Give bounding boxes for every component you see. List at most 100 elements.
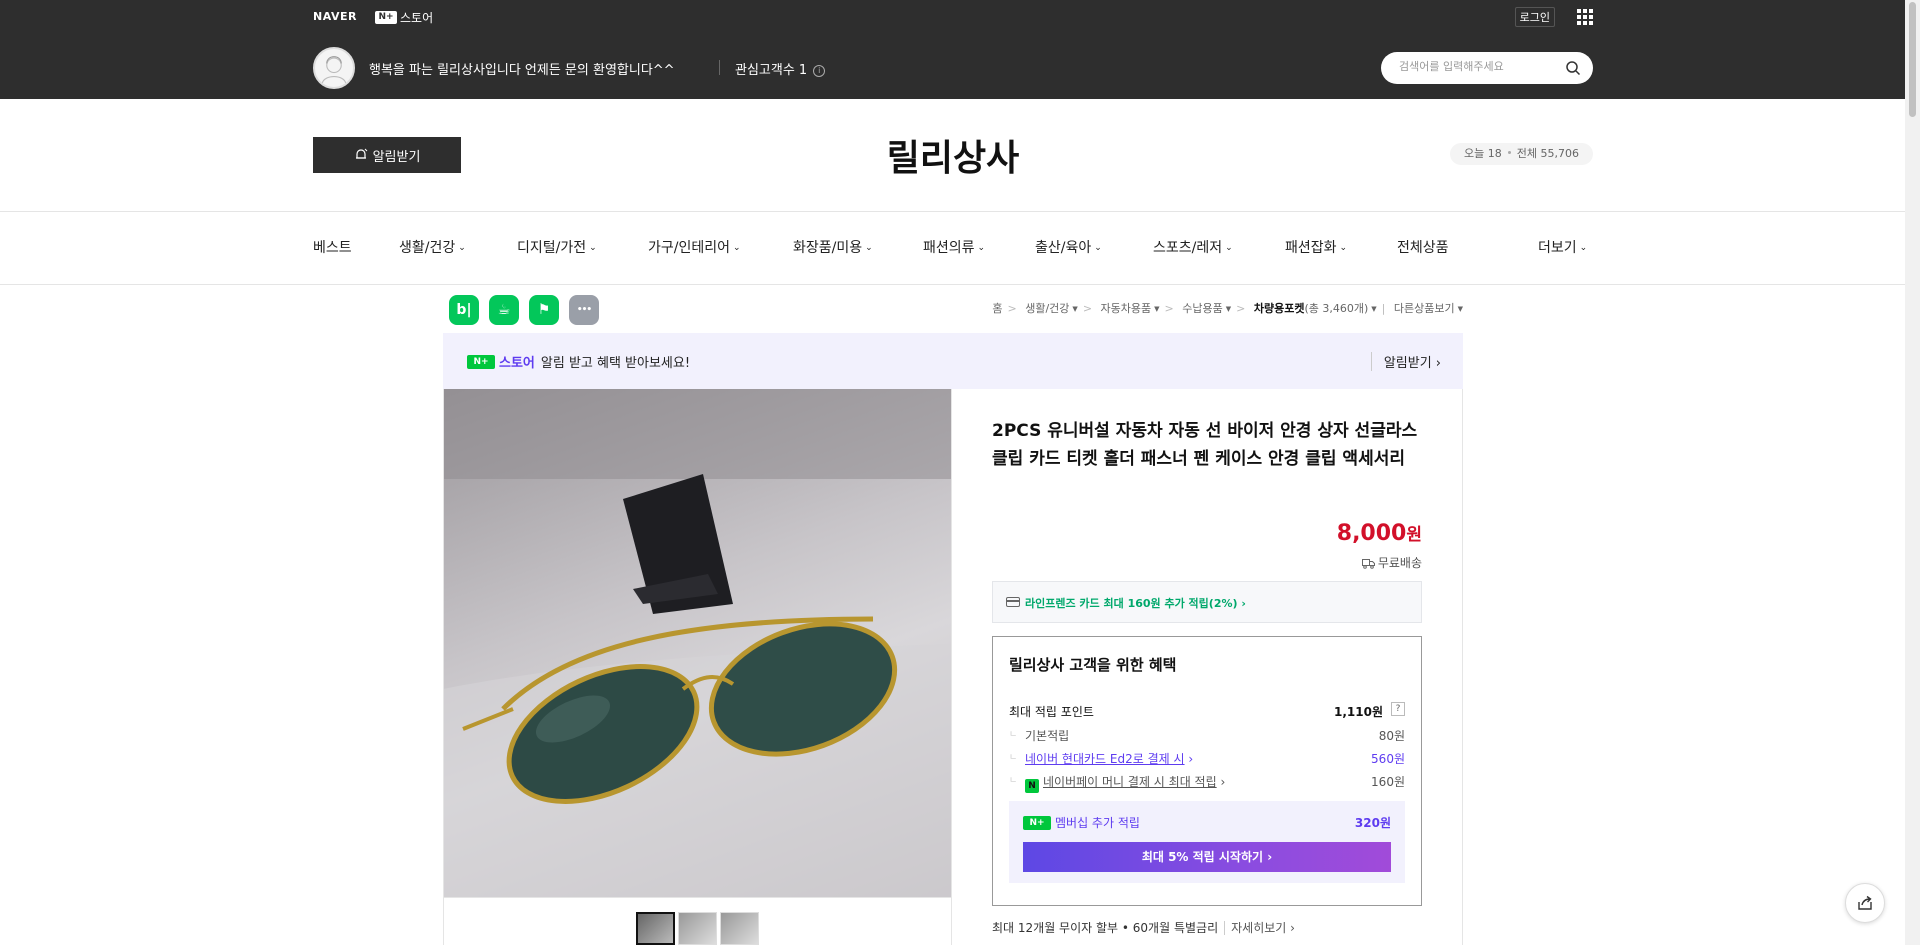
nav-item-label: 출산/육아 [1035, 240, 1092, 256]
nav-item[interactable]: 패션의류 ⌄ [923, 237, 985, 257]
breadcrumb-other-label: 다른상품보기 [1393, 302, 1455, 315]
page-scrollbar[interactable] [1905, 0, 1920, 945]
hyundai-card-row: 네이버 현대카드 Ed2로 결제 시 › 560원 [1009, 750, 1405, 767]
chevron-down-icon: ⌄ [977, 243, 986, 253]
nav-item[interactable]: 전체상품 [1397, 237, 1449, 257]
nplus-badge: N+ [375, 11, 397, 24]
nav-item[interactable]: 더보기 ⌄ [1538, 237, 1587, 257]
breadcrumb-c4-label: 차량용포켓 [1253, 302, 1305, 315]
breadcrumb-c3[interactable]: 수납용품 ▼ [1182, 302, 1231, 315]
benefit-title: 릴리상사 고객을 위한 혜택 [1009, 656, 1177, 674]
interest-customers[interactable]: 관심고객수 1 i [735, 59, 826, 78]
divider [1462, 389, 1463, 945]
bookmark-share-icon[interactable]: ⚑ [529, 295, 559, 325]
sunglasses-product-icon [443, 389, 951, 897]
info-icon[interactable]: i [813, 65, 826, 77]
chevron-down-icon: ⌄ [1225, 243, 1233, 253]
breadcrumb-other[interactable]: 다른상품보기 ▼ [1394, 302, 1463, 315]
chevron-down-icon: ⌄ [458, 243, 466, 253]
nav-item[interactable]: 화장품/미용 ⌄ [793, 237, 873, 257]
nplus-label: 스토어 [400, 11, 434, 25]
login-button[interactable]: 로그인 [1514, 7, 1555, 27]
membership-label: 멤버십 추가 적립 [1055, 816, 1140, 830]
nav-item-label: 패션의류 [923, 240, 975, 256]
nplus-store-logo[interactable]: N+ 스토어 [375, 9, 433, 26]
hyundai-card-link[interactable]: 네이버 현대카드 Ed2로 결제 시 [1025, 752, 1185, 766]
thumbnail[interactable] [678, 912, 717, 945]
chevron-down-icon: ⌄ [1094, 243, 1102, 253]
nav-item-label: 스포츠/레저 [1153, 240, 1223, 256]
basic-points-row: 기본적립 80원 [1009, 727, 1405, 744]
apps-grid-icon[interactable] [1577, 9, 1593, 25]
installment-more-link[interactable]: 자세히보기 › [1224, 921, 1295, 935]
credit-card-icon [1006, 597, 1020, 607]
npay-link[interactable]: 네이버페이 머니 결제 시 최대 적립 [1043, 775, 1217, 789]
nav-item[interactable]: 베스트 [313, 237, 352, 257]
nav-item[interactable]: 패션잡화 ⌄ [1285, 237, 1347, 257]
nav-item-label: 더보기 [1538, 240, 1577, 256]
share-icon [1858, 895, 1872, 910]
store-name[interactable]: 릴리상사 [313, 129, 1593, 181]
interest-customers-count: 관심고객수 1 [735, 63, 808, 78]
search-input[interactable] [1399, 60, 1559, 73]
nav-item-label: 화장품/미용 [793, 240, 863, 256]
price-unit: 원 [1406, 525, 1422, 545]
thumbnail[interactable] [720, 912, 759, 945]
npay-row: N네이버페이 머니 결제 시 최대 적립 › 160원 [1009, 773, 1405, 793]
breadcrumb-c4-count: (총 3,460개) [1304, 302, 1369, 315]
shipping-label: 무료배송 [1377, 556, 1422, 570]
nplus-badge: N+ [467, 354, 495, 369]
help-icon[interactable]: ? [1391, 702, 1405, 716]
naver-logo[interactable]: NAVER [313, 10, 357, 23]
breadcrumb-c1-label: 생활/건강 [1025, 302, 1070, 315]
nav-item[interactable]: 디지털/가전 ⌄ [517, 237, 597, 257]
membership-value: 320원 [1354, 816, 1391, 830]
promo-store: 스토어 [499, 356, 535, 371]
max-points-value: 1,110원 [1334, 705, 1383, 719]
shipping-info: 무료배송 [1361, 554, 1422, 571]
nav-item[interactable]: 생활/건강 ⌄ [399, 237, 466, 257]
breadcrumb-c2-label: 자동차용품 [1100, 302, 1152, 315]
breadcrumb-c1[interactable]: 생활/건강 ▼ [1025, 302, 1078, 315]
card-promo-text: 라인프렌즈 카드 최대 160원 추가 적립(2%) › [1025, 597, 1246, 610]
promo-notify-link[interactable]: 알림받기 › [1370, 352, 1441, 371]
promo-banner: N+ 스토어 알림 받고 혜택 받아보세요! 알림받기 › [443, 333, 1463, 389]
breadcrumb-c4[interactable]: 차량용포켓(총 3,460개) ▼ [1254, 302, 1377, 315]
share-icons: b| ☕ ⚑ ••• [449, 295, 599, 325]
search-icon[interactable] [1565, 60, 1581, 76]
avatar-face-icon [321, 56, 347, 84]
divider [443, 389, 444, 945]
chevron-down-icon: ⌄ [589, 243, 597, 253]
divider [951, 389, 952, 945]
nav-item[interactable]: 가구/인테리어 ⌄ [648, 237, 741, 257]
floating-share-button[interactable] [1845, 883, 1885, 923]
breadcrumb-home[interactable]: 홈 [992, 302, 1002, 315]
nav-item[interactable]: 스포츠/레저 ⌄ [1153, 237, 1233, 257]
chevron-down-icon: ⌄ [733, 243, 741, 253]
nav-item[interactable]: 출산/육아 ⌄ [1035, 237, 1102, 257]
cafe-share-icon[interactable]: ☕ [489, 295, 519, 325]
product-image[interactable] [443, 389, 951, 897]
basic-points-value: 80원 [1378, 729, 1405, 743]
price-value: 8,000 [1336, 521, 1407, 546]
blog-share-icon[interactable]: b| [449, 295, 479, 325]
nplus-badge: N+ [1023, 815, 1051, 830]
scrollbar-thumb[interactable] [1909, 2, 1916, 117]
membership-start-button[interactable]: 최대 5% 적립 시작하기 › [1023, 842, 1391, 872]
truck-icon [1361, 559, 1375, 569]
visitor-count: 오늘 18 전체 55,706 [1450, 143, 1593, 165]
search-box[interactable] [1381, 52, 1593, 84]
thumbnail[interactable] [636, 912, 675, 945]
benefit-box: 릴리상사 고객을 위한 혜택 최대 적립 포인트 1,110원 ? 기본적립 8… [992, 636, 1422, 906]
nav-item-label: 가구/인테리어 [648, 240, 730, 256]
breadcrumb-c2[interactable]: 자동차용품 ▼ [1101, 302, 1160, 315]
store-avatar[interactable] [313, 47, 355, 89]
chevron-down-icon: ⌄ [865, 243, 873, 253]
more-share-icon[interactable]: ••• [569, 295, 599, 325]
product-main: b| ☕ ⚑ ••• 홈 > 생활/건강 ▼ > 자동차용품 ▼ > 수납용품 ▼ > 차량용포켓(… [443, 285, 1463, 945]
chevron-down-icon: ⌄ [1339, 243, 1348, 253]
membership-box: N+ 멤버십 추가 적립 320원 최대 5% 적립 시작하기 › [1009, 801, 1405, 883]
breadcrumb-c3-label: 수납용품 [1182, 302, 1223, 315]
header-divider [719, 60, 720, 75]
card-promo[interactable]: 라인프렌즈 카드 최대 160원 추가 적립(2%) › [992, 581, 1422, 623]
